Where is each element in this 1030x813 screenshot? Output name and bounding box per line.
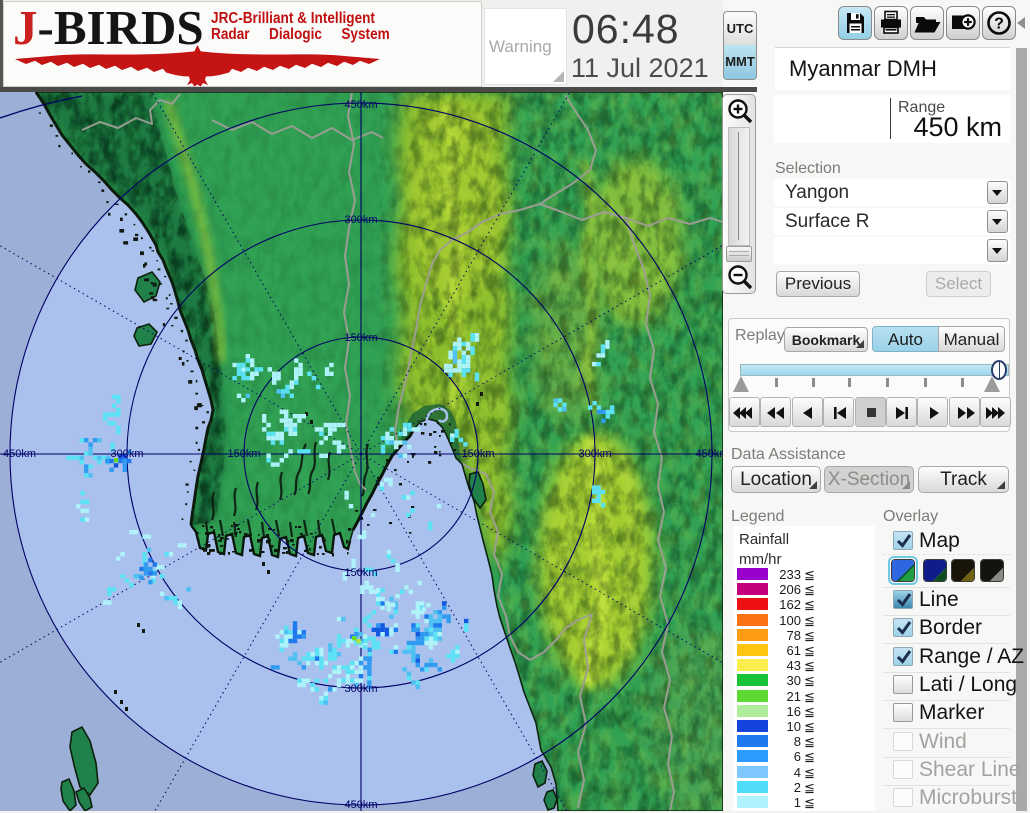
svg-text:150km: 150km xyxy=(344,332,377,344)
svg-text:300km: 300km xyxy=(110,448,143,460)
svg-text:450km: 450km xyxy=(344,99,377,111)
svg-text:300km: 300km xyxy=(344,214,377,226)
svg-text:150km: 150km xyxy=(344,567,377,579)
svg-text:300km: 300km xyxy=(578,448,611,460)
svg-text:450km: 450km xyxy=(695,448,723,460)
svg-text:450km: 450km xyxy=(344,799,377,811)
svg-text:150km: 150km xyxy=(461,448,494,460)
svg-text:150km: 150km xyxy=(227,448,260,460)
svg-text:450km: 450km xyxy=(3,448,36,460)
svg-text:300km: 300km xyxy=(344,683,377,695)
svg-text:?: ? xyxy=(994,16,1004,33)
